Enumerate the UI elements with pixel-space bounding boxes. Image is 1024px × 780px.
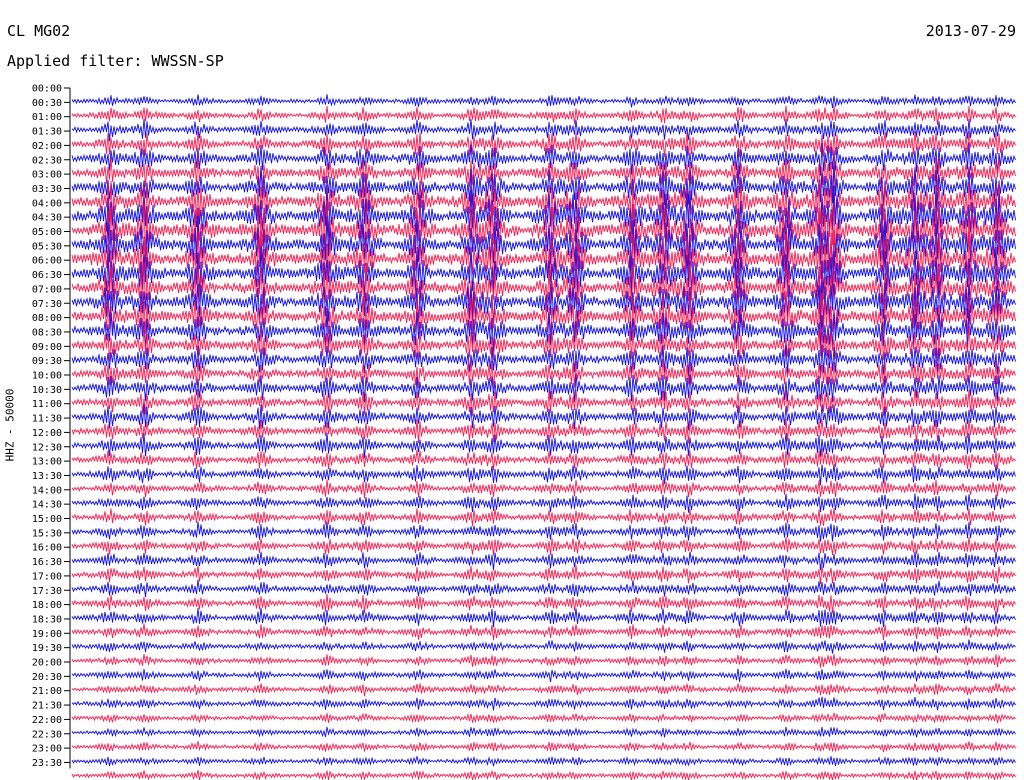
trace-row-1400 <box>71 493 1016 513</box>
time-tick-label: 18:30 <box>32 614 62 625</box>
trace-row-1130 <box>71 418 1016 444</box>
trace-row-1630 <box>71 565 1016 585</box>
time-tick-label: 03:00 <box>32 170 62 181</box>
time-tick-label: 00:00 <box>32 84 62 95</box>
time-tick-label: 02:30 <box>32 155 62 166</box>
time-tick-label: 04:30 <box>32 213 62 224</box>
trace-row-2200 <box>71 726 1016 738</box>
time-axis-ticks: 00:00 00:30 01:00 01:30 02:00 02:30 03:00 03:30… <box>32 84 71 769</box>
trace-row-1300 <box>71 463 1016 486</box>
trace-row-1100 <box>71 404 1016 431</box>
trace-row-2030 <box>71 683 1016 697</box>
time-tick-label: 19:00 <box>32 629 62 640</box>
time-tick-label: 01:00 <box>32 112 62 123</box>
trace-row-2330 <box>71 769 1016 780</box>
seismogram-traces <box>71 94 1016 780</box>
trace-row-1500 <box>71 521 1016 542</box>
helicorder-chart: 00:00 00:30 01:00 01:30 02:00 02:30 03:00 03:30… <box>32 84 1016 780</box>
time-tick-label: 00:30 <box>32 98 62 109</box>
trace-row-1930 <box>71 654 1016 668</box>
trace-row-1200 <box>71 432 1016 459</box>
trace-row-2230 <box>71 741 1016 753</box>
time-tick-label: 17:30 <box>32 586 62 597</box>
time-tick-label: 11:00 <box>32 399 62 410</box>
trace-row-1700 <box>71 579 1016 598</box>
time-tick-label: 06:30 <box>32 270 62 281</box>
time-tick-label: 16:30 <box>32 557 62 568</box>
trace-row-2300 <box>71 755 1016 767</box>
time-tick-label: 01:30 <box>32 127 62 138</box>
time-tick-label: 07:30 <box>32 299 62 310</box>
time-tick-label: 05:00 <box>32 227 62 238</box>
time-tick-label: 09:30 <box>32 356 62 367</box>
trace-row-1900 <box>71 639 1016 654</box>
time-tick-label: 08:00 <box>32 313 62 324</box>
trace-row-1530 <box>71 537 1016 556</box>
trace-row-2100 <box>71 696 1016 711</box>
time-tick-label: 22:00 <box>32 715 62 726</box>
time-tick-label: 13:00 <box>32 457 62 468</box>
time-tick-label: 08:30 <box>32 327 62 338</box>
time-tick-label: 20:00 <box>32 658 62 669</box>
time-tick-label: 16:00 <box>32 543 62 554</box>
time-tick-label: 23:30 <box>32 758 62 769</box>
trace-row-0000 <box>71 94 1016 109</box>
trace-row-1230 <box>71 448 1016 471</box>
trace-row-1030 <box>71 389 1016 417</box>
time-tick-label: 14:30 <box>32 500 62 511</box>
trace-row-1600 <box>71 551 1016 571</box>
time-tick-label: 19:30 <box>32 643 62 654</box>
time-tick-label: 03:30 <box>32 184 62 195</box>
time-tick-label: 13:30 <box>32 471 62 482</box>
time-tick-label: 21:30 <box>32 701 62 712</box>
trace-row-1730 <box>71 593 1016 614</box>
time-tick-label: 15:30 <box>32 528 62 539</box>
time-tick-label: 15:00 <box>32 514 62 525</box>
trace-row-2000 <box>71 668 1016 683</box>
time-tick-label: 10:30 <box>32 385 62 396</box>
time-tick-label: 21:00 <box>32 686 62 697</box>
time-tick-label: 06:00 <box>32 256 62 267</box>
time-tick-label: 20:30 <box>32 672 62 683</box>
time-tick-label: 11:30 <box>32 414 62 425</box>
time-tick-label: 05:30 <box>32 241 62 252</box>
time-tick-label: 10:00 <box>32 371 62 382</box>
time-tick-label: 22:30 <box>32 729 62 740</box>
time-tick-label: 09:00 <box>32 342 62 353</box>
trace-row-0100 <box>71 118 1016 141</box>
time-tick-label: 07:00 <box>32 284 62 295</box>
trace-row-1330 <box>71 479 1016 499</box>
trace-row-2130 <box>71 711 1016 724</box>
time-tick-label: 02:00 <box>32 141 62 152</box>
time-tick-label: 12:30 <box>32 442 62 453</box>
trace-row-1430 <box>71 508 1016 527</box>
trace-row-0030 <box>71 105 1016 125</box>
time-tick-label: 18:00 <box>32 600 62 611</box>
time-tick-label: 17:00 <box>32 571 62 582</box>
trace-row-1800 <box>71 607 1016 628</box>
trace-row-1830 <box>71 623 1016 641</box>
time-tick-label: 04:00 <box>32 198 62 209</box>
time-tick-label: 14:00 <box>32 485 62 496</box>
time-tick-label: 23:00 <box>32 744 62 755</box>
trace-row-0130 <box>71 131 1016 157</box>
time-tick-label: 12:00 <box>32 428 62 439</box>
